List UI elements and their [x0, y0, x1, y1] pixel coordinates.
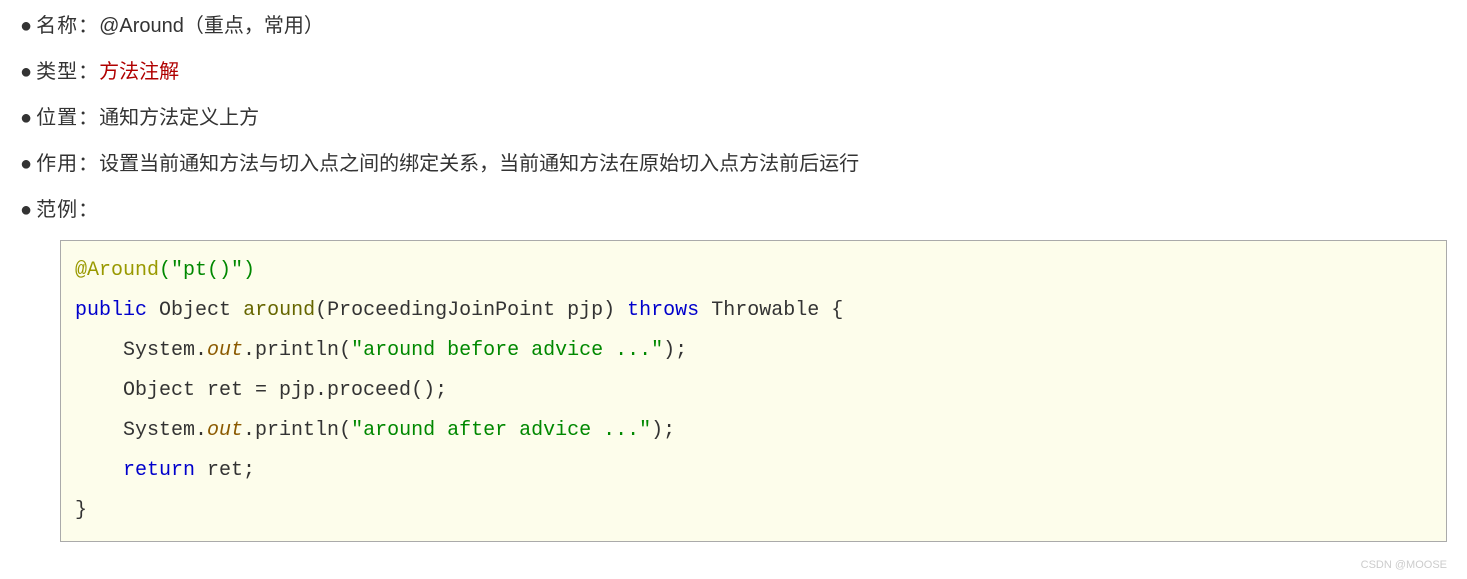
value-position: 通知方法定义上方: [99, 102, 259, 134]
code-str1: "around before advice ...": [351, 339, 663, 362]
code-out2: out: [207, 419, 243, 442]
code-out1: out: [207, 339, 243, 362]
code-str2: "around after advice ...": [351, 419, 651, 442]
bullet-icon: ●: [20, 56, 32, 88]
label-type: 类型：: [36, 56, 99, 88]
watermark: CSDN @MOOSE: [1361, 559, 1447, 571]
code-kw-return: return: [123, 459, 195, 482]
code-wrapper: @Around("pt()") public Object around(Pro…: [60, 240, 1447, 542]
code-anno-arg: ("pt()"): [159, 259, 255, 282]
code-ret-var: ret;: [195, 459, 255, 482]
item-type: ● 类型： 方法注解: [20, 56, 1447, 88]
code-throw-type: Throwable {: [711, 299, 843, 322]
item-function: ● 作用： 设置当前通知方法与切入点之间的绑定关系，当前通知方法在原始切入点方法…: [20, 148, 1447, 180]
value-type: 方法注解: [99, 56, 179, 88]
label-function: 作用：: [36, 148, 99, 180]
label-example: 范例：: [36, 194, 99, 226]
label-name: 名称：: [36, 10, 99, 42]
code-println1: .println(: [243, 339, 351, 362]
value-function: 设置当前通知方法与切入点之间的绑定关系，当前通知方法在原始切入点方法前后运行: [99, 148, 859, 180]
code-annotation: @Around: [75, 259, 159, 282]
code-close-brace: }: [75, 499, 87, 522]
code-ret-type: Object: [159, 299, 231, 322]
code-close1: );: [663, 339, 687, 362]
bullet-icon: ●: [20, 148, 32, 180]
code-method-name: around: [243, 299, 315, 322]
code-close2: );: [651, 419, 675, 442]
code-line3: Object ret = pjp.proceed();: [123, 379, 447, 402]
code-params: (ProceedingJoinPoint pjp): [315, 299, 615, 322]
code-sys1: System.: [123, 339, 207, 362]
bullet-icon: ●: [20, 10, 32, 42]
code-block: @Around("pt()") public Object around(Pro…: [60, 240, 1447, 542]
item-position: ● 位置： 通知方法定义上方: [20, 102, 1447, 134]
item-example: ● 范例：: [20, 194, 1447, 226]
item-name: ● 名称： @Around（重点，常用）: [20, 10, 1447, 42]
code-kw-public: public: [75, 299, 147, 322]
code-sys2: System.: [123, 419, 207, 442]
bullet-icon: ●: [20, 102, 32, 134]
code-kw-throws: throws: [627, 299, 699, 322]
label-position: 位置：: [36, 102, 99, 134]
value-name: @Around（重点，常用）: [99, 10, 324, 42]
code-println2: .println(: [243, 419, 351, 442]
bullet-icon: ●: [20, 194, 32, 226]
